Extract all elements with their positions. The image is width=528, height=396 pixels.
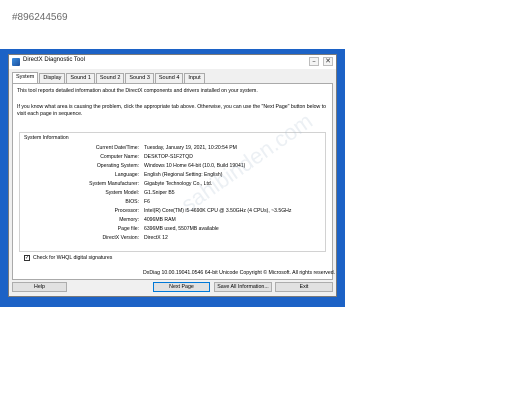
info-value: Gigabyte Technology Co., Ltd. [144,181,213,187]
window-title: DirectX Diagnostic Tool [23,57,85,63]
info-row-directx-version: DirectX Version: DirectX 12 [20,235,325,244]
tab-system[interactable]: System [12,72,39,83]
info-label: Computer Name: [100,154,139,160]
info-value: English (Regional Setting: English) [144,172,223,178]
info-value: DESKTOP-S1F2TQD [144,154,193,160]
tab-bar: System Display Sound 1 Sound 2 Sound 3 S… [12,72,206,83]
tab-sound-1[interactable]: Sound 1 [66,73,95,83]
help-button[interactable]: Help [12,282,67,292]
info-value: DirectX 12 [144,235,168,241]
version-copyright-text: DxDiag 10.00.19041.0546 64-bit Unicode C… [143,270,336,276]
tab-input[interactable]: Input [184,73,205,83]
info-row-manufacturer: System Manufacturer: Gigabyte Technology… [20,181,325,190]
group-title: System Information [24,135,69,141]
tab-sound-3[interactable]: Sound 3 [125,73,154,83]
dxdiag-window: DirectX Diagnostic Tool – ✕ System Displ… [8,54,337,297]
info-label: System Model: [105,190,139,196]
system-information-group: System Information Current Date/Time: Tu… [19,132,326,252]
tab-display[interactable]: Display [39,73,66,83]
info-label: BIOS: [125,199,139,205]
info-row-memory: Memory: 4096MB RAM [20,217,325,226]
directx-app-icon [12,58,20,66]
info-row-processor: Processor: Intel(R) Core(TM) i5-4690K CP… [20,208,325,217]
info-label: Current Date/Time: [95,145,139,151]
title-bar[interactable]: DirectX Diagnostic Tool – ✕ [9,55,336,69]
close-button[interactable]: ✕ [323,57,333,66]
info-value: 6396MB used, 5507MB available [144,226,219,232]
info-label: DirectX Version: [102,235,139,241]
intro-text: This tool reports detailed information a… [17,88,258,94]
info-value: Tuesday, January 19, 2021, 10:20:54 PM [144,145,237,151]
info-label: Page file: [117,226,139,232]
info-row-operating-system: Operating System: Windows 10 Home 64-bit… [20,163,325,172]
whql-checkbox-label: Check for WHQL digital signatures [33,255,113,261]
info-row-page-file: Page file: 6396MB used, 5507MB available [20,226,325,235]
tab-sound-4[interactable]: Sound 4 [154,73,184,83]
save-all-information-button[interactable]: Save All Information... [214,282,272,292]
info-value: Windows 10 Home 64-bit (10.0, Build 1904… [144,163,246,169]
system-tab-panel: This tool reports detailed information a… [12,83,336,280]
info-label: Language: [114,172,139,178]
listing-id: #896244569 [12,12,68,23]
whql-checkbox[interactable]: ✓ [24,255,30,261]
info-label: Operating System: [96,163,139,169]
info-row-date-time: Current Date/Time: Tuesday, January 19, … [20,145,325,154]
info-label: System Manufacturer: [89,181,139,187]
info-value: Intel(R) Core(TM) i5-4690K CPU @ 3.50GHz… [144,208,292,214]
next-page-button[interactable]: Next Page [153,282,210,292]
info-value: F6 [144,199,150,205]
info-row-model: System Model: G1.Sniper B5 [20,190,325,199]
tab-sound-2[interactable]: Sound 2 [95,73,125,83]
instruction-text-continued: visit each page in sequence. [17,111,83,117]
info-row-bios: BIOS: F6 [20,199,325,208]
info-value: G1.Sniper B5 [144,190,175,196]
exit-button[interactable]: Exit [275,282,333,292]
info-row-computer-name: Computer Name: DESKTOP-S1F2TQD [20,154,325,163]
minimize-button[interactable]: – [309,57,319,66]
info-value: 4096MB RAM [144,217,176,223]
instruction-text: If you know what area is causing the pro… [17,104,327,110]
info-label: Memory: [119,217,139,223]
info-label: Processor: [114,208,139,214]
info-row-language: Language: English (Regional Setting: Eng… [20,172,325,181]
